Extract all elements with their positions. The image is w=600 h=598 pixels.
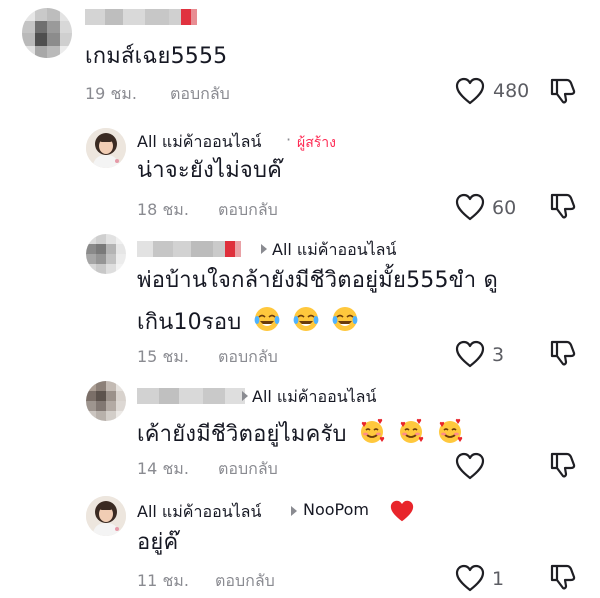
reply-to-username[interactable]: All แม่ค้าออนไลน์ — [272, 238, 396, 263]
smiling-face-with-hearts-icon — [439, 418, 463, 443]
like-button[interactable] — [455, 193, 485, 221]
face-with-tears-of-joy-icon — [254, 307, 280, 331]
comment-time: 14 ชม. — [137, 459, 189, 478]
reply-arrow-icon — [242, 391, 248, 401]
like-count: 60 — [492, 197, 517, 219]
comment-text-line-2-text: เกิน10รอบ — [137, 310, 242, 335]
thumbs-down-icon — [550, 340, 576, 366]
username-blurred[interactable] — [137, 388, 245, 404]
thumbs-down-icon — [550, 193, 576, 219]
reply-arrow-icon — [261, 244, 267, 254]
avatar[interactable] — [22, 8, 72, 58]
like-count: 480 — [493, 80, 530, 102]
comment-text: น่าจะยังไม่จบค๊ — [137, 158, 283, 183]
reply-to-username[interactable]: NooPom — [303, 500, 369, 519]
username-blurred[interactable] — [137, 241, 241, 257]
like-count: 3 — [492, 344, 505, 366]
comment-time: 18 ชม. — [137, 200, 189, 219]
heart-icon — [455, 564, 485, 592]
creator-badge: ผู้สร้าง — [297, 135, 336, 151]
reply-button[interactable]: ตอบกลับ — [215, 569, 275, 594]
heart-icon — [455, 452, 485, 480]
username[interactable]: All แม่ค้าออนไลน์ — [137, 500, 261, 525]
avatar[interactable] — [86, 496, 126, 536]
avatar[interactable] — [86, 234, 126, 274]
comment-text-body: เค้ายังมีชีวิตอยู่ไมครับ — [137, 422, 347, 447]
separator-dot: · — [286, 130, 292, 149]
username-blurred[interactable] — [85, 9, 197, 25]
comment-text: เกมส์เฉย5555 — [85, 44, 228, 69]
heart-icon — [455, 77, 485, 105]
heart-icon — [455, 340, 485, 368]
dislike-button[interactable] — [547, 562, 577, 592]
smiling-face-with-hearts-icon — [400, 418, 424, 443]
dislike-button[interactable] — [547, 450, 577, 480]
username[interactable]: All แม่ค้าออนไลน์ — [137, 130, 261, 155]
reply-button[interactable]: ตอบกลับ — [218, 457, 278, 482]
thumbs-down-icon — [550, 452, 576, 478]
avatar[interactable] — [86, 128, 126, 168]
thumbs-down-icon — [550, 78, 576, 104]
like-button[interactable] — [455, 452, 485, 480]
reply-button[interactable]: ตอบกลับ — [218, 345, 278, 370]
comment-time: 11 ชม. — [137, 571, 189, 590]
reply-button[interactable]: ตอบกลับ — [170, 82, 230, 107]
avatar[interactable] — [86, 381, 126, 421]
comment-time: 19 ชม. — [85, 84, 137, 103]
dislike-button[interactable] — [547, 76, 577, 106]
heart-icon — [455, 193, 485, 221]
reply-to-username[interactable]: All แม่ค้าออนไลน์ — [252, 385, 376, 410]
comment-text: เค้ายังมีชีวิตอยู่ไมครับ — [137, 417, 464, 450]
avatar-photo-icon — [86, 496, 126, 536]
avatar-photo-icon — [86, 128, 126, 168]
face-with-tears-of-joy-icon — [332, 307, 358, 331]
reply-button[interactable]: ตอบกลับ — [218, 198, 278, 223]
dislike-button[interactable] — [547, 191, 577, 221]
like-button[interactable] — [455, 340, 485, 368]
comment-text: อยู่ค๊ — [137, 530, 179, 555]
smiling-face-with-hearts-icon — [360, 418, 385, 443]
comment-text-line-2: เกิน10รอบ — [137, 305, 359, 338]
comment-text-line-1: พ่อบ้านใจกล้ายังมีชีวิตอยู่มั้ย555ขำ ดู — [137, 268, 498, 293]
comment-time: 15 ชม. — [137, 347, 189, 366]
like-button[interactable] — [455, 77, 485, 105]
like-button[interactable] — [455, 564, 485, 592]
face-with-tears-of-joy-icon — [293, 307, 319, 331]
dislike-button[interactable] — [547, 338, 577, 368]
like-count: 1 — [492, 568, 505, 590]
red-heart-icon — [390, 500, 414, 522]
thumbs-down-icon — [550, 564, 576, 590]
reply-arrow-icon — [291, 506, 297, 516]
